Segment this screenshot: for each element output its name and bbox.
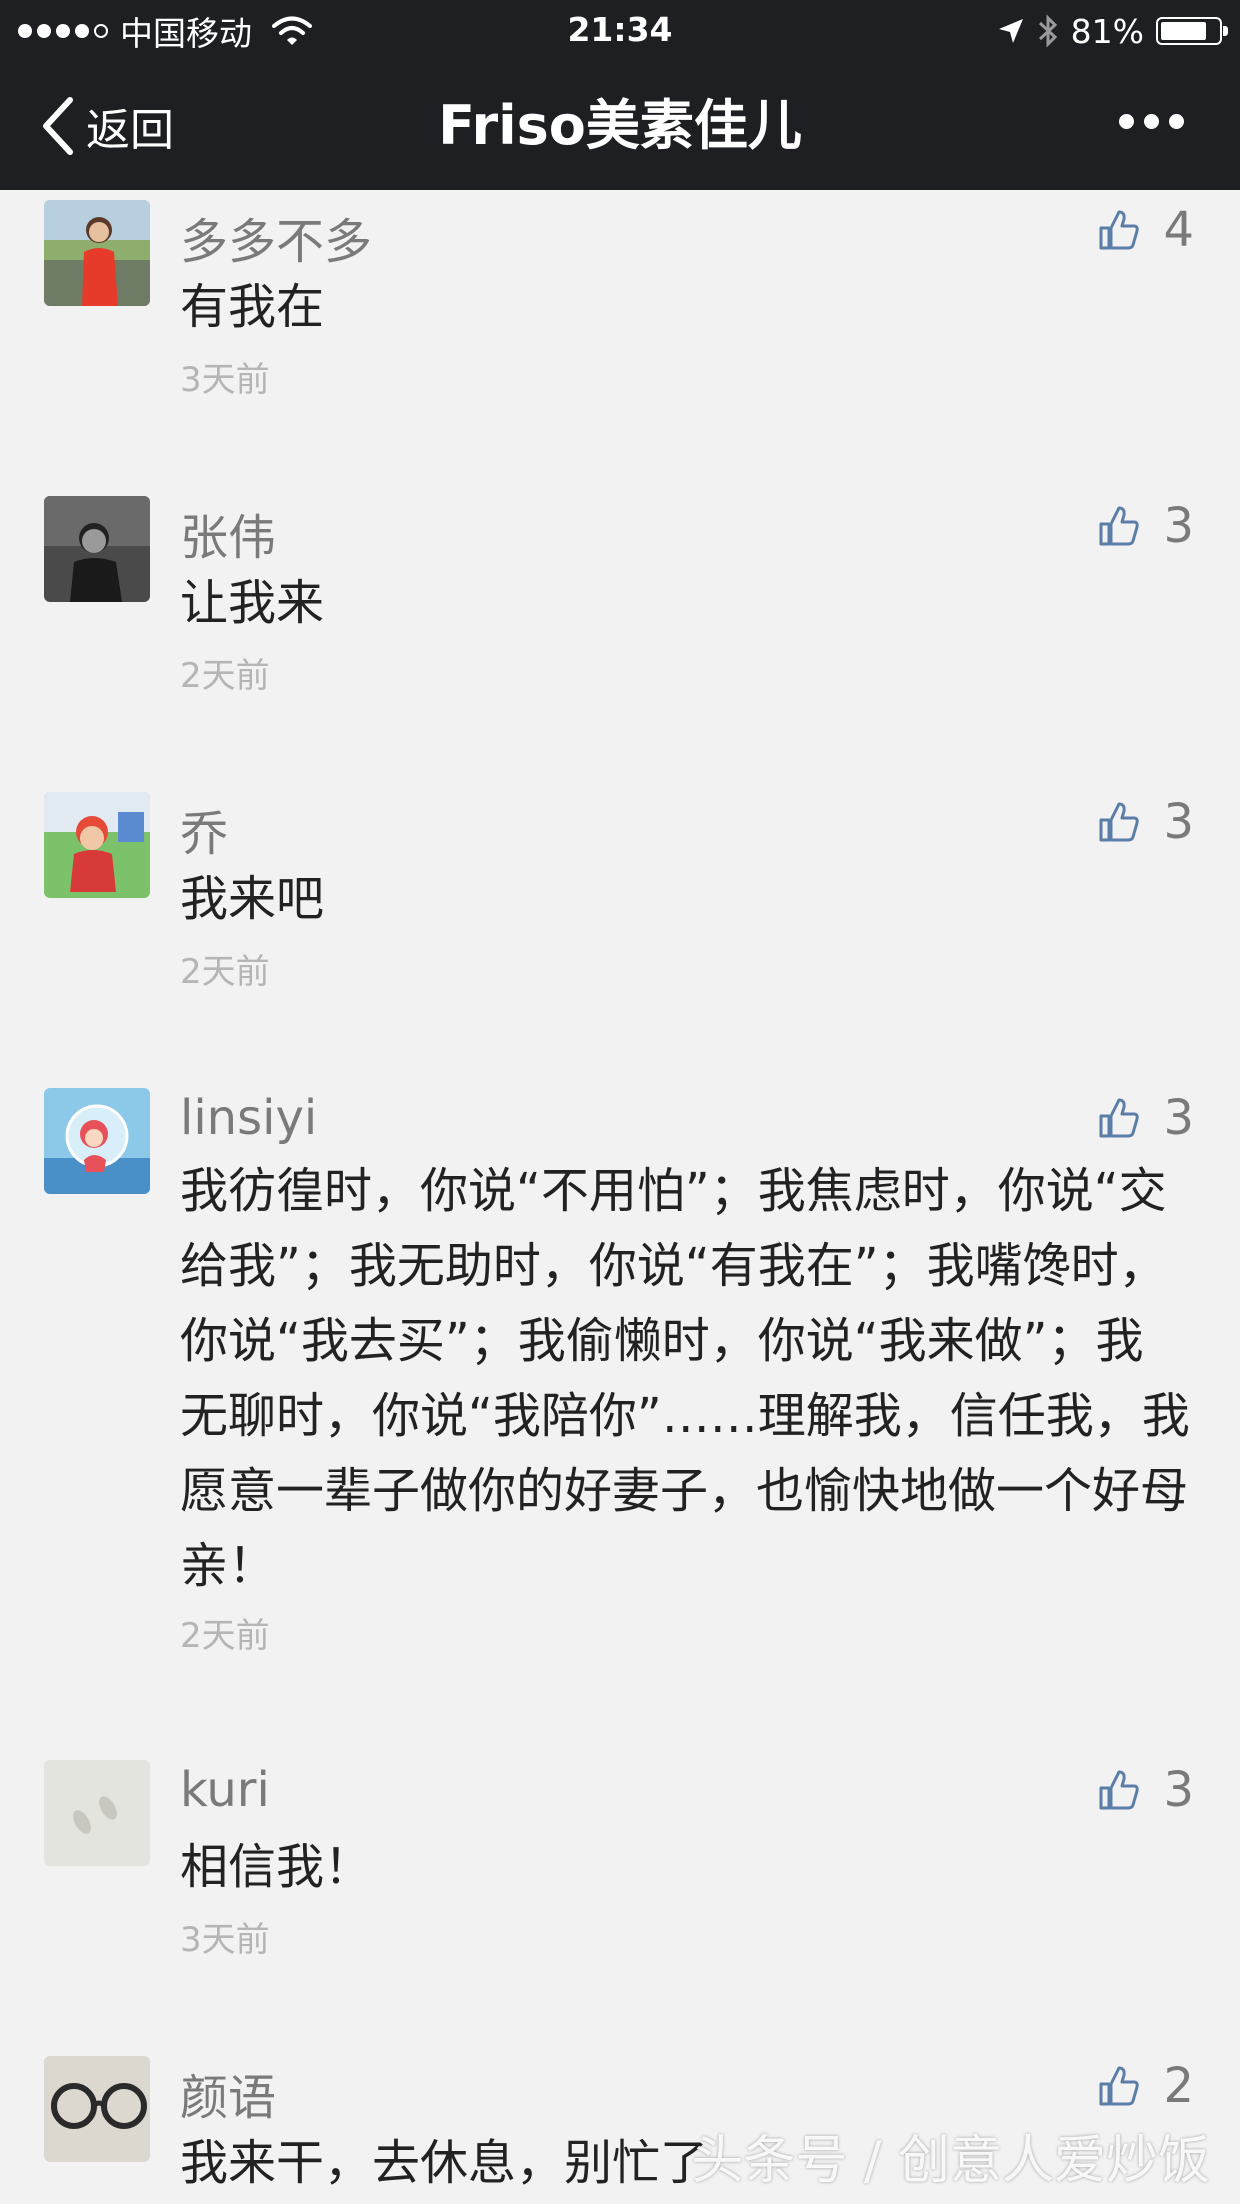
comment-author[interactable]: linsiyi [180, 1090, 317, 1146]
thumbs-up-icon [1099, 210, 1140, 250]
watermark: 头条号 / 创意人爱炒饭 [691, 2131, 1210, 2191]
avatar[interactable] [44, 792, 150, 898]
thumbs-up-icon [1099, 506, 1140, 546]
comment-time: 2天前 [180, 656, 270, 696]
battery-icon [1156, 17, 1228, 45]
like-count: 2 [1163, 2058, 1194, 2114]
avatar[interactable] [44, 1088, 150, 1194]
avatar[interactable] [44, 1760, 150, 1866]
like-button[interactable]: 3 [1097, 1090, 1194, 1146]
avatar[interactable] [44, 200, 150, 306]
like-count: 3 [1163, 498, 1194, 554]
status-right: 81% [997, 10, 1228, 52]
avatar[interactable] [44, 2056, 150, 2162]
comment-author[interactable]: 多多不多 [180, 202, 372, 272]
header: 中国移动 21:34 81% 返回 Friso美素佳儿 [0, 0, 1240, 190]
thumbs-up-icon [1099, 2066, 1140, 2106]
like-button[interactable]: 3 [1097, 794, 1194, 850]
comment-text: 我来吧 [180, 871, 325, 927]
nav-bar: 返回 Friso美素佳儿 [0, 62, 1240, 190]
comment-text: 有我在 [180, 279, 325, 335]
like-count: 3 [1163, 1762, 1194, 1818]
comment-text: 相信我！ [180, 1839, 373, 1895]
status-bar: 中国移动 21:34 81% [0, 0, 1240, 62]
thumbs-up-icon [1099, 1098, 1140, 1138]
like-count: 3 [1163, 1090, 1194, 1146]
location-arrow-icon [998, 19, 1023, 43]
comment-list: 多多不多 4 有我在 3天前 张伟 3 让我来 2天前 乔 3 我来吧 2天前 … [0, 190, 1240, 2204]
battery-fill [1161, 22, 1207, 40]
more-options-icon[interactable] [1119, 114, 1184, 129]
comment-author[interactable]: kuri [180, 1762, 270, 1818]
thumbs-up-icon [1099, 802, 1140, 842]
bluetooth-icon [1038, 14, 1057, 48]
comment-time: 3天前 [180, 360, 270, 400]
like-count: 3 [1163, 794, 1194, 850]
comment-author[interactable]: 乔 [180, 794, 228, 864]
like-button[interactable]: 3 [1097, 498, 1194, 554]
like-button[interactable]: 3 [1097, 1762, 1194, 1818]
comment-author[interactable]: 张伟 [180, 498, 276, 568]
thumbs-up-icon [1099, 1770, 1140, 1810]
avatar[interactable] [44, 496, 150, 602]
like-count: 4 [1163, 202, 1194, 258]
like-button[interactable]: 4 [1097, 202, 1194, 258]
comment-text: 我彷徨时，你说“不用怕”；我焦虑时，你说“交给我”；我无助时，你说“有我在”；我… [180, 1163, 1190, 1594]
like-button[interactable]: 2 [1097, 2058, 1194, 2114]
comment-author[interactable]: 颜语 [180, 2058, 276, 2128]
page-title: Friso美素佳儿 [438, 94, 802, 157]
comment-text: 让我来 [180, 575, 325, 631]
comment-time: 2天前 [180, 952, 270, 992]
battery-percentage: 81% [1070, 11, 1144, 51]
comment-time: 2天前 [180, 1616, 270, 1656]
comment-time: 3天前 [180, 1920, 270, 1960]
